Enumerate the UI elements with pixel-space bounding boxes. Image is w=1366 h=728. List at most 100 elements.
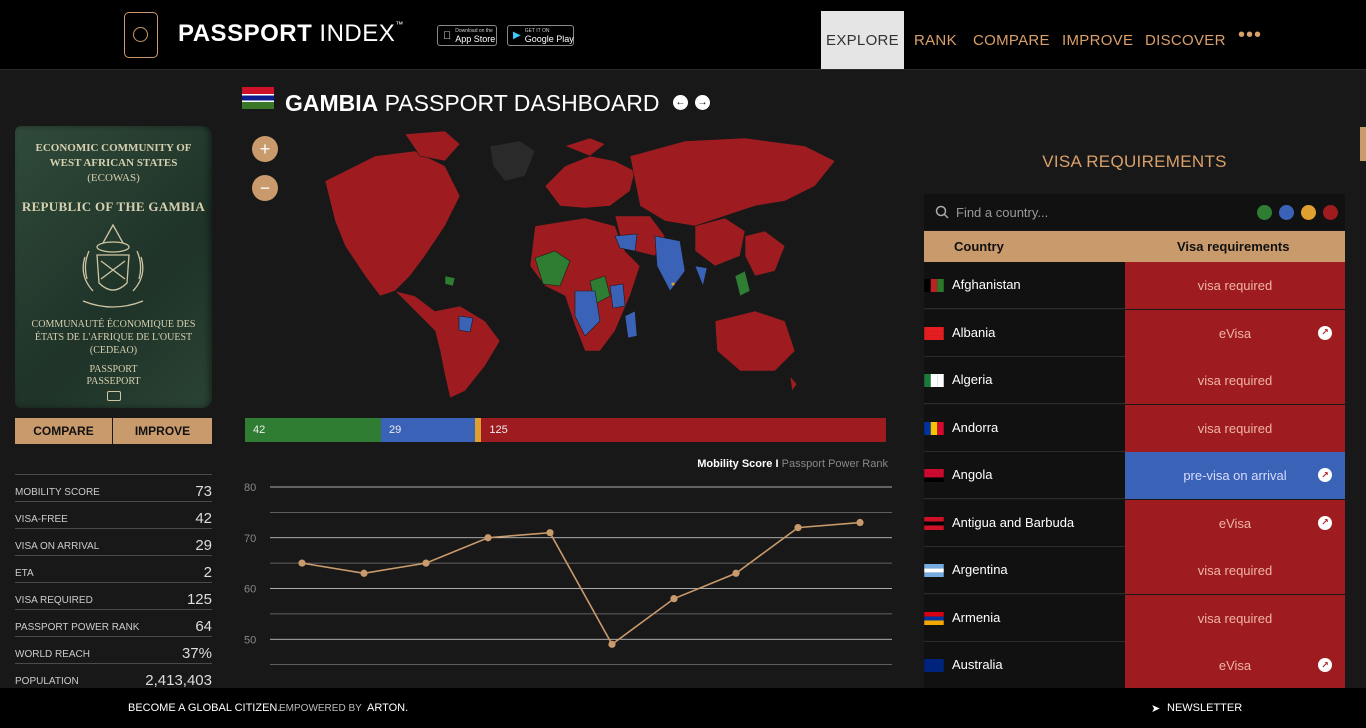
newsletter-icon[interactable]: ➤: [1151, 702, 1160, 715]
data-point[interactable]: [856, 518, 864, 527]
visa-requirement-cell[interactable]: eVisa ↗: [1125, 309, 1345, 357]
data-point[interactable]: [360, 569, 368, 577]
data-point[interactable]: [484, 534, 492, 542]
visa-requirement-cell[interactable]: eVisa ↗: [1125, 642, 1345, 689]
external-link-icon[interactable]: ↗: [1318, 515, 1332, 530]
search-input[interactable]: [956, 202, 1246, 222]
country-name[interactable]: Argentina: [952, 562, 1008, 577]
data-point[interactable]: [732, 569, 740, 577]
table-row[interactable]: Andorra visa required: [924, 404, 1345, 452]
data-point[interactable]: [422, 559, 430, 567]
table-row[interactable]: Afghanistan visa required: [924, 262, 1345, 309]
cover-text: (CEDEAO): [89, 345, 138, 356]
biometric-chip-icon: [107, 391, 121, 401]
visa-requirement-text: visa required: [1197, 278, 1273, 293]
data-point[interactable]: [608, 640, 616, 648]
external-link-icon[interactable]: ↗: [1318, 468, 1332, 482]
nav-rank[interactable]: RANK: [914, 11, 957, 69]
country-flag-icon: [924, 279, 944, 292]
country-name[interactable]: Armenia: [952, 610, 1000, 625]
table-row[interactable]: Antigua and Barbuda eVisa ↗: [924, 499, 1345, 547]
visa-requirement-cell[interactable]: visa required: [1125, 357, 1345, 404]
table-row[interactable]: Armenia visa required: [924, 594, 1345, 642]
footer-arton-link[interactable]: ARTON.: [367, 702, 408, 714]
country-search: [924, 194, 1345, 230]
nav-explore[interactable]: EXPLORE: [821, 11, 904, 69]
table-row[interactable]: Angola pre-visa on arrival ↗: [924, 452, 1345, 499]
legend-mobility-score[interactable]: Mobility Score: [697, 458, 772, 470]
filter-visa-required-dot[interactable]: [1323, 205, 1338, 220]
scrollbar[interactable]: [1360, 127, 1366, 161]
nav-discover[interactable]: DISCOVER: [1145, 11, 1226, 69]
table-row[interactable]: Albania eVisa ↗: [924, 309, 1345, 357]
country-name[interactable]: Antigua and Barbuda: [952, 515, 1074, 530]
prev-arrow-icon[interactable]: ←: [673, 95, 688, 110]
legend-separator: I: [775, 458, 779, 470]
visa-requirement-text: pre-visa on arrival: [1183, 468, 1287, 483]
google-play-badge[interactable]: ▶ GET IT ON Google Play: [507, 25, 574, 46]
stat-world-reach: WORLD REACH 37%: [15, 636, 212, 663]
stat-visa-on-arrival: VISA ON ARRIVAL 29: [15, 528, 212, 555]
visa-requirements-title: VISA REQUIREMENTS: [1042, 152, 1227, 171]
country-name[interactable]: Afghanistan: [952, 277, 1021, 292]
external-link-icon[interactable]: ↗: [1318, 325, 1332, 340]
stat-visa-required: VISA REQUIRED 125: [15, 582, 212, 609]
data-point[interactable]: [546, 529, 554, 537]
compare-button[interactable]: COMPARE: [15, 418, 112, 444]
filter-visa-free-dot[interactable]: [1257, 205, 1272, 220]
mobility-score-line-chart: 50 60 70 80: [244, 482, 892, 666]
col-country[interactable]: Country: [954, 239, 1004, 254]
world-map[interactable]: [245, 126, 885, 406]
legend-power-rank[interactable]: Passport Power Rank: [782, 458, 888, 470]
bar-eta[interactable]: [474, 418, 482, 442]
bar-visa-on-arrival[interactable]: 29: [380, 418, 475, 442]
data-point[interactable]: [298, 559, 306, 567]
country-name[interactable]: Algeria: [952, 372, 992, 387]
y-tick-label: 60: [244, 584, 256, 596]
bar-visa-required[interactable]: 125: [481, 418, 886, 442]
y-tick-label: 50: [244, 634, 256, 646]
cover-text: ÉTATS DE L'AFRIQUE DE L'OUEST: [34, 332, 193, 343]
country-name[interactable]: Andorra: [952, 420, 998, 435]
filter-visa-on-arrival-dot[interactable]: [1279, 205, 1294, 220]
col-visa-requirement[interactable]: Visa requirements: [1177, 239, 1289, 254]
country-name[interactable]: Albania: [952, 325, 995, 340]
newsletter-link[interactable]: NEWSLETTER: [1167, 702, 1242, 714]
play-icon: ▶: [513, 30, 521, 41]
stat-population: POPULATION 2,413,403: [15, 663, 212, 690]
visa-requirement-cell[interactable]: visa required: [1125, 404, 1345, 452]
table-row[interactable]: Australia eVisa ↗: [924, 642, 1345, 689]
country-name[interactable]: Angola: [952, 467, 992, 482]
country-flag-icon: [924, 516, 944, 530]
nav-improve[interactable]: IMPROVE: [1062, 11, 1133, 69]
filter-eta-dot[interactable]: [1301, 205, 1316, 220]
visa-requirement-cell[interactable]: visa required: [1125, 594, 1345, 642]
app-store-badge[interactable]:  Download on theApp Store: [437, 25, 497, 46]
table-row[interactable]: Algeria visa required: [924, 357, 1345, 404]
country-flag-icon: [924, 611, 944, 625]
table-row[interactable]: Argentina visa required: [924, 547, 1345, 594]
country-flag-icon: [924, 421, 944, 435]
visa-requirement-cell[interactable]: eVisa ↗: [1125, 499, 1345, 547]
site-logo[interactable]: PASSPORT INDEX™: [178, 20, 404, 48]
passport-logo-icon[interactable]: [124, 12, 158, 58]
cover-text: COMMUNAUTÉ ÉCONOMIQUE DES: [31, 319, 196, 330]
visa-requirement-text: eVisa: [1218, 515, 1252, 531]
bar-visa-free[interactable]: 42: [245, 418, 381, 442]
visa-requirement-cell[interactable]: pre-visa on arrival ↗: [1125, 452, 1345, 499]
visa-requirement-text: eVisa: [1218, 658, 1252, 673]
cover-text: REPUBLIC OF THE GAMBIA: [21, 199, 206, 214]
country-name[interactable]: Australia: [952, 657, 1003, 672]
external-link-icon[interactable]: ↗: [1318, 658, 1332, 672]
stat-mobility-score: MOBILITY SCORE 73: [15, 474, 212, 501]
next-arrow-icon[interactable]: →: [695, 95, 710, 110]
data-point[interactable]: [794, 524, 802, 532]
improve-button[interactable]: IMPROVE: [113, 418, 212, 444]
y-tick-label: 80: [244, 482, 256, 494]
data-point[interactable]: [670, 595, 678, 603]
visa-requirement-cell[interactable]: visa required: [1125, 262, 1345, 309]
more-menu-icon[interactable]: •••: [1238, 24, 1262, 47]
stat-eta: ETA 2: [15, 555, 212, 582]
visa-requirement-cell[interactable]: visa required: [1125, 547, 1345, 594]
nav-compare[interactable]: COMPARE: [973, 11, 1050, 69]
